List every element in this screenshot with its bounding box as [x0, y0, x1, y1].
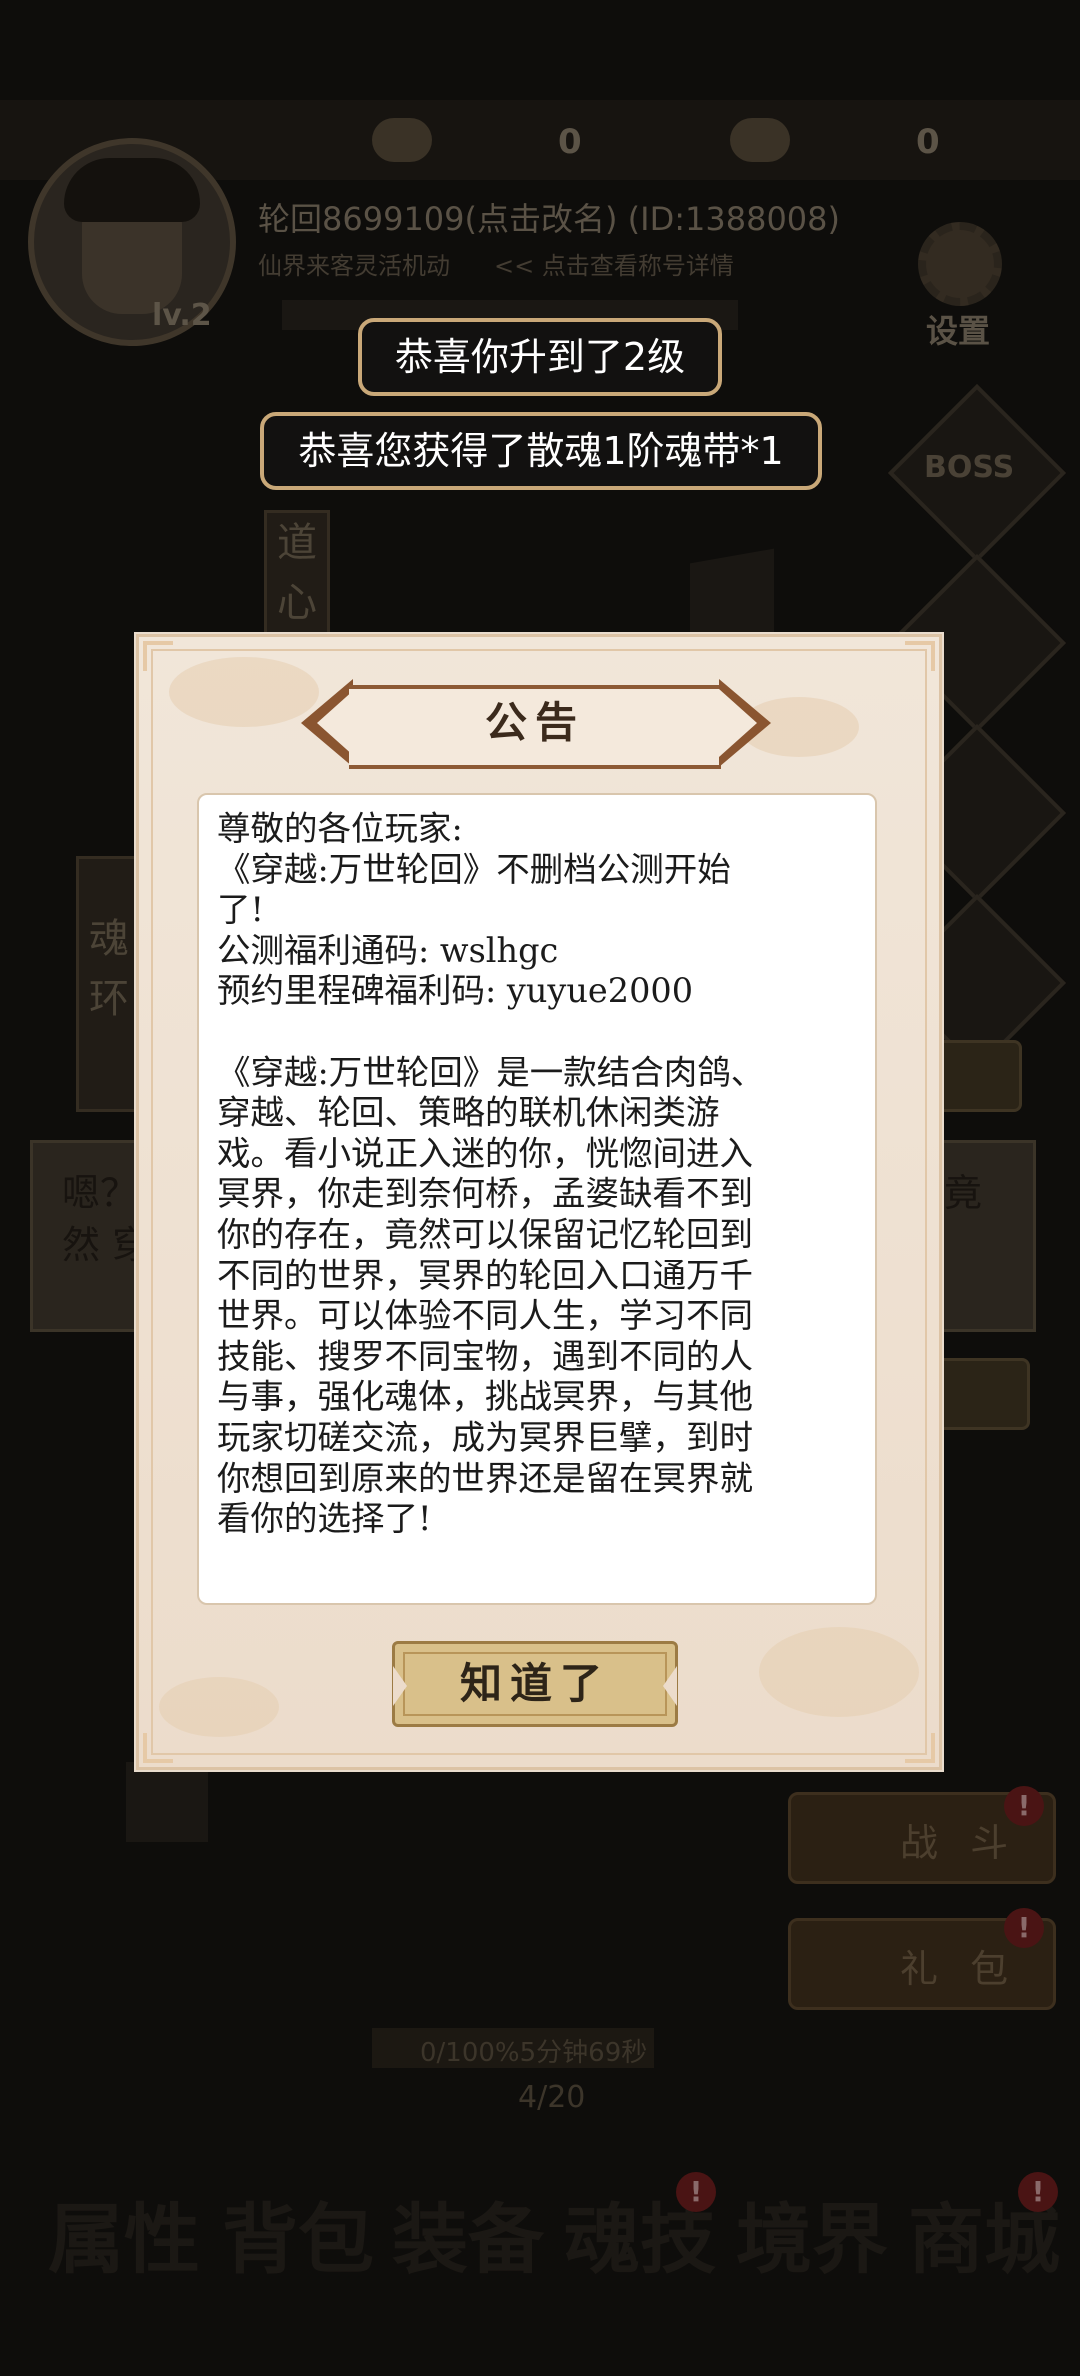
notice-line: 技能、搜罗不同宝物，遇到不同的人 — [217, 1336, 753, 1376]
notice-line: 你想回到原来的世界还是留在冥界就 — [217, 1458, 753, 1498]
notice-line: 《穿越:万世轮回》不删档公测开始 — [217, 849, 731, 889]
gear-icon[interactable] — [918, 222, 1002, 306]
battle-alert-badge: ! — [1004, 1786, 1044, 1826]
scroll-char: 心 — [277, 580, 317, 626]
progress-text: 0/100%5分钟69秒 — [420, 2038, 648, 2068]
story-line-1: 嗯？ — [62, 1171, 139, 1215]
ok-button[interactable]: 知道了 — [392, 1641, 678, 1727]
boss-label: BOSS — [924, 450, 1015, 485]
notice-line: 戏。看小说正入迷的你，恍惚间进入 — [217, 1133, 753, 1173]
gift-label: 礼 包 — [900, 1947, 1019, 1991]
notice-title: 公告 — [484, 698, 585, 747]
player-title: 仙界来客灵活机动 — [258, 252, 450, 280]
reward-toast: 恭喜您获得了散魂1阶魂带*1 — [260, 412, 822, 490]
notice-line: 你的存在，竟然可以保留记忆轮回到 — [217, 1214, 753, 1254]
notice-line: 看你的选择了! — [217, 1499, 432, 1539]
tab-equipment[interactable]: 装备 — [392, 2178, 544, 2288]
corner-ornament — [905, 1733, 935, 1763]
corner-ornament — [143, 1733, 173, 1763]
gift-alert-badge: ! — [1004, 1908, 1044, 1948]
player-level: lv.2 — [152, 298, 212, 333]
notice-line: 不同的世界，冥界的轮回入口通万千 — [217, 1255, 753, 1295]
notice-modal: 公告 尊敬的各位玩家: 《穿越:万世轮回》不删档公测开始 了! 公测福利通码: … — [136, 634, 942, 1770]
tab-realm[interactable]: 境界 — [736, 2178, 888, 2288]
tab-backpack[interactable]: 背包 — [222, 2178, 374, 2288]
gold-value: 0 — [916, 122, 940, 162]
player-name[interactable]: 轮回8699109(点击改名) (ID:1388008) — [258, 194, 840, 240]
notice-content[interactable]: 尊敬的各位玩家: 《穿越:万世轮回》不删档公测开始 了! 公测福利通码: wsl… — [197, 793, 877, 1605]
notice-line: 与事，强化魂体，挑战冥界，与其他 — [217, 1377, 753, 1417]
notice-line: 《穿越:万世轮回》是一款结合肉鸽、 — [217, 1052, 765, 1092]
shop-alert-badge: ! — [1018, 2172, 1058, 2212]
notice-line: 世界。可以体验不同人生，学习不同 — [217, 1296, 753, 1336]
soul-skill-alert-badge: ! — [676, 2172, 716, 2212]
ok-button-label: 知道了 — [459, 1659, 610, 1708]
cloud-ornament — [169, 657, 319, 727]
cloud-ornament — [759, 1627, 919, 1717]
title-right-ornament-inner — [719, 689, 757, 757]
currency-icon — [372, 118, 432, 162]
notice-line: 冥界，你走到奈何桥，孟婆缺看不到 — [217, 1174, 753, 1214]
progress-count: 4/20 — [518, 2080, 586, 2115]
soul-ring-scroll[interactable]: 魂 环 — [76, 856, 142, 1112]
notice-line: 公测福利通码: wslhgc — [217, 930, 559, 970]
level-badge-left — [126, 1762, 208, 1842]
notice-line: 玩家切磋交流，成为冥界巨擘，到时 — [217, 1417, 753, 1457]
avatar-hair — [64, 158, 200, 222]
corner-ornament — [905, 641, 935, 671]
level-up-toast: 恭喜你升到了2级 — [358, 318, 722, 396]
notice-line: 预约里程碑福利码: yuyue2000 — [217, 971, 694, 1011]
settings-label[interactable]: 设置 — [926, 306, 990, 352]
scroll-char: 道 — [277, 520, 317, 566]
notice-line — [217, 1012, 857, 1053]
notice-line: 穿越、轮回、策略的联机休闲类游 — [217, 1093, 720, 1133]
story-line-tail: 竟 — [944, 1171, 983, 1215]
notice-line: 尊敬的各位玩家: — [217, 809, 463, 848]
cloud-ornament — [159, 1677, 279, 1737]
corner-ornament — [143, 641, 173, 671]
tab-attributes[interactable]: 属性 — [48, 2178, 200, 2288]
dao-xin-scroll[interactable]: 道 心 — [264, 510, 330, 646]
scroll-char: 环 — [89, 976, 129, 1022]
currency-value: 0 — [558, 122, 582, 162]
battle-label: 战 斗 — [900, 1821, 1019, 1865]
notice-line: 了! — [217, 890, 264, 930]
scroll-char: 魂 — [89, 916, 129, 962]
gold-icon — [730, 118, 790, 162]
title-details-link[interactable]: << 点击查看称号详情 — [494, 246, 734, 281]
